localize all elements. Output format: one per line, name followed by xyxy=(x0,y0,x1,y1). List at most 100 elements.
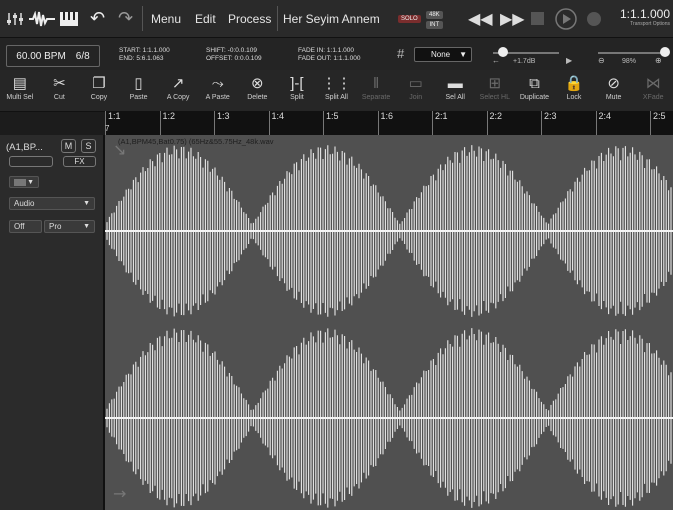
track-name[interactable]: (A1,BP... xyxy=(6,142,43,153)
redo-icon[interactable]: ↷ xyxy=(118,0,133,37)
automation-mode-button[interactable]: Off xyxy=(9,220,42,233)
automation-paste-icon: ⤳ xyxy=(211,74,224,92)
bpm-value: 60.00 BPM xyxy=(16,50,66,62)
undo-icon[interactable]: ↶ xyxy=(90,0,105,37)
fast-forward-icon[interactable]: ▶▶ xyxy=(500,0,525,37)
solo-button[interactable]: S xyxy=(81,139,96,153)
toolbar-label: A Copy xyxy=(166,94,190,101)
toolbar-label: Mute xyxy=(605,94,622,101)
toolbar-paste-button[interactable]: ▯ Paste xyxy=(117,72,161,110)
timeline-ruler[interactable]: 1:1 1:2 1:3 1:4 1:5 1:6 2:1 2:2 2:3 2:4 2:5 7 xyxy=(105,111,673,135)
duplicate-icon: ⧉ xyxy=(529,74,540,92)
position-display[interactable]: 1:1.1.000 xyxy=(612,7,670,21)
toolbar-mute-button[interactable]: ⊘ Mute xyxy=(592,72,636,110)
toolbar-split-all-button[interactable]: ⋮⋮ Split All xyxy=(315,72,359,110)
gain-down-icon[interactable]: ← xyxy=(492,57,500,65)
waveform-icon[interactable] xyxy=(29,0,55,37)
region-shift-offset: SHIFT: -0:0.0.109 OFFSET: 0:0.0.109 xyxy=(206,47,262,62)
toolbar-copy-button[interactable]: ❐ Copy xyxy=(77,72,121,110)
piano-icon[interactable] xyxy=(60,0,78,37)
sample-rate-badge: 48K xyxy=(426,11,443,19)
dropdown-arrow-icon: ▼ xyxy=(27,178,34,186)
track-type-select[interactable]: Audio ▼ xyxy=(9,197,95,210)
ruler-mark: 1:2 xyxy=(159,111,175,135)
toolbar-lock-button[interactable]: 🔒 Lock xyxy=(552,72,596,110)
zoom-value: 98% xyxy=(622,58,637,65)
solo-indicator[interactable]: SOLO xyxy=(398,14,421,23)
toolbar-label: Select HL xyxy=(479,94,511,101)
play-icon[interactable] xyxy=(555,0,577,37)
automation-param-select[interactable]: Pro ▼ xyxy=(44,220,95,233)
ruler-mark: 2:1 xyxy=(432,111,448,135)
waveform-trace xyxy=(106,145,672,508)
automation-copy-icon: ↗ xyxy=(171,75,185,92)
mixer-icon[interactable] xyxy=(6,0,24,37)
edit-menu[interactable]: Edit xyxy=(195,0,216,37)
mute-icon: ⊘ xyxy=(607,75,620,92)
lock-icon: 🔒 xyxy=(564,75,584,92)
toolbar-duplicate-button[interactable]: ⧉ Duplicate xyxy=(512,72,556,110)
tempo-display[interactable]: 60.00 BPM 6/8 xyxy=(6,45,100,67)
ruler-mark: 2:5 xyxy=(650,111,666,135)
toolbar-label: Duplicate xyxy=(519,94,550,101)
toolbar-a-paste-button[interactable]: ⤳ A Paste xyxy=(196,72,240,110)
gain-up-icon[interactable]: ▶ xyxy=(566,57,572,65)
fade-out-handle-icon: → xyxy=(113,484,126,503)
separate-icon: ‖ xyxy=(372,74,380,92)
region-start-end: START: 1:1.1.000 END: 5:6.1.063 xyxy=(119,47,170,62)
record-icon[interactable] xyxy=(587,0,601,37)
toolbar-sel-all-button[interactable]: ▬ Sel All xyxy=(433,72,477,110)
toolbar-a-copy-button[interactable]: ↗ A Copy xyxy=(156,72,200,110)
region-fades: FADE IN: 1:1.1.000 FADE OUT: 1:1.1.000 xyxy=(298,47,361,62)
int-badge: INT xyxy=(426,21,443,29)
ruler-mark: 2:3 xyxy=(541,111,557,135)
toolbar-label: Paste xyxy=(129,94,148,101)
toolbar-select-hl-button[interactable]: ⊞ Select HL xyxy=(473,72,517,110)
zoom-out-icon[interactable]: ⊖ xyxy=(598,57,605,65)
delete-icon: ⊗ xyxy=(251,75,264,92)
toolbar-label: Cut xyxy=(53,94,65,101)
track-color-select[interactable]: ▼ xyxy=(9,176,39,188)
split-icon: ]-[ xyxy=(290,74,304,92)
zoom-slider[interactable] xyxy=(598,52,666,54)
waveform-region[interactable]: ↘→ xyxy=(105,135,673,510)
toolbar-label: Separate xyxy=(361,94,391,101)
rewind-icon[interactable]: ◀◀ xyxy=(468,0,493,37)
grid-icon[interactable]: # xyxy=(397,46,404,61)
toolbar-delete-button[interactable]: ⊗ Delete xyxy=(235,72,279,110)
toolbar-multi-sel-button[interactable]: ▤ Multi Sel xyxy=(0,72,42,110)
mute-button[interactable]: M xyxy=(61,139,76,153)
fx-button[interactable]: FX xyxy=(63,156,96,167)
toolbar-label: Split xyxy=(290,94,304,101)
snap-select[interactable]: None ▼ xyxy=(414,47,472,62)
toolbar-label: Copy xyxy=(90,94,108,101)
toolbar-cut-button[interactable]: ✂ Cut xyxy=(37,72,81,110)
top-bar: ↶ ↷ Menu Edit Process Her Seyim Annem SO… xyxy=(0,0,673,38)
menu-button[interactable]: Menu xyxy=(151,0,181,37)
toolbar-label: Lock xyxy=(566,94,582,101)
gain-value: +1.7dB xyxy=(513,58,536,65)
region-label[interactable]: (A1,BPM45,Bat0.75) (65Hz&55.75Hz_48k.wav xyxy=(118,137,274,146)
toolbar-label: Delete xyxy=(247,94,268,101)
ruler-mark: 1:5 xyxy=(323,111,339,135)
select-highlight-icon: ⊞ xyxy=(488,75,502,92)
dropdown-arrow-icon: ▼ xyxy=(83,200,90,207)
toolbar-join-button[interactable]: ▭ Join xyxy=(394,72,438,110)
toolbar-separate-button[interactable]: ‖ Separate xyxy=(354,72,398,110)
toolbar-split-button[interactable]: ]-[ Split xyxy=(275,72,319,110)
ruler-mark: 2:2 xyxy=(486,111,502,135)
stop-icon[interactable] xyxy=(531,0,544,37)
toolbar-xfade-button[interactable]: ⋈ XFade xyxy=(631,72,673,110)
toolbar-label: Join xyxy=(409,94,423,101)
track-header: (A1,BP... M S FX ▼ Audio ▼ Off Pro ▼ xyxy=(0,135,105,510)
track-volume-field[interactable] xyxy=(9,156,53,167)
project-title[interactable]: Her Seyim Annem xyxy=(283,0,380,37)
zoom-in-icon[interactable]: ⊕ xyxy=(655,57,662,65)
split-all-icon: ⋮⋮ xyxy=(321,75,352,92)
join-icon: ▭ xyxy=(408,75,423,92)
ruler-sub-mark: 7 xyxy=(105,124,110,133)
process-menu[interactable]: Process xyxy=(228,0,271,37)
ruler-mark: 1:3 xyxy=(214,111,230,135)
ruler-mark: 1:4 xyxy=(268,111,284,135)
transport-options-link[interactable]: Transport Options xyxy=(612,21,670,27)
